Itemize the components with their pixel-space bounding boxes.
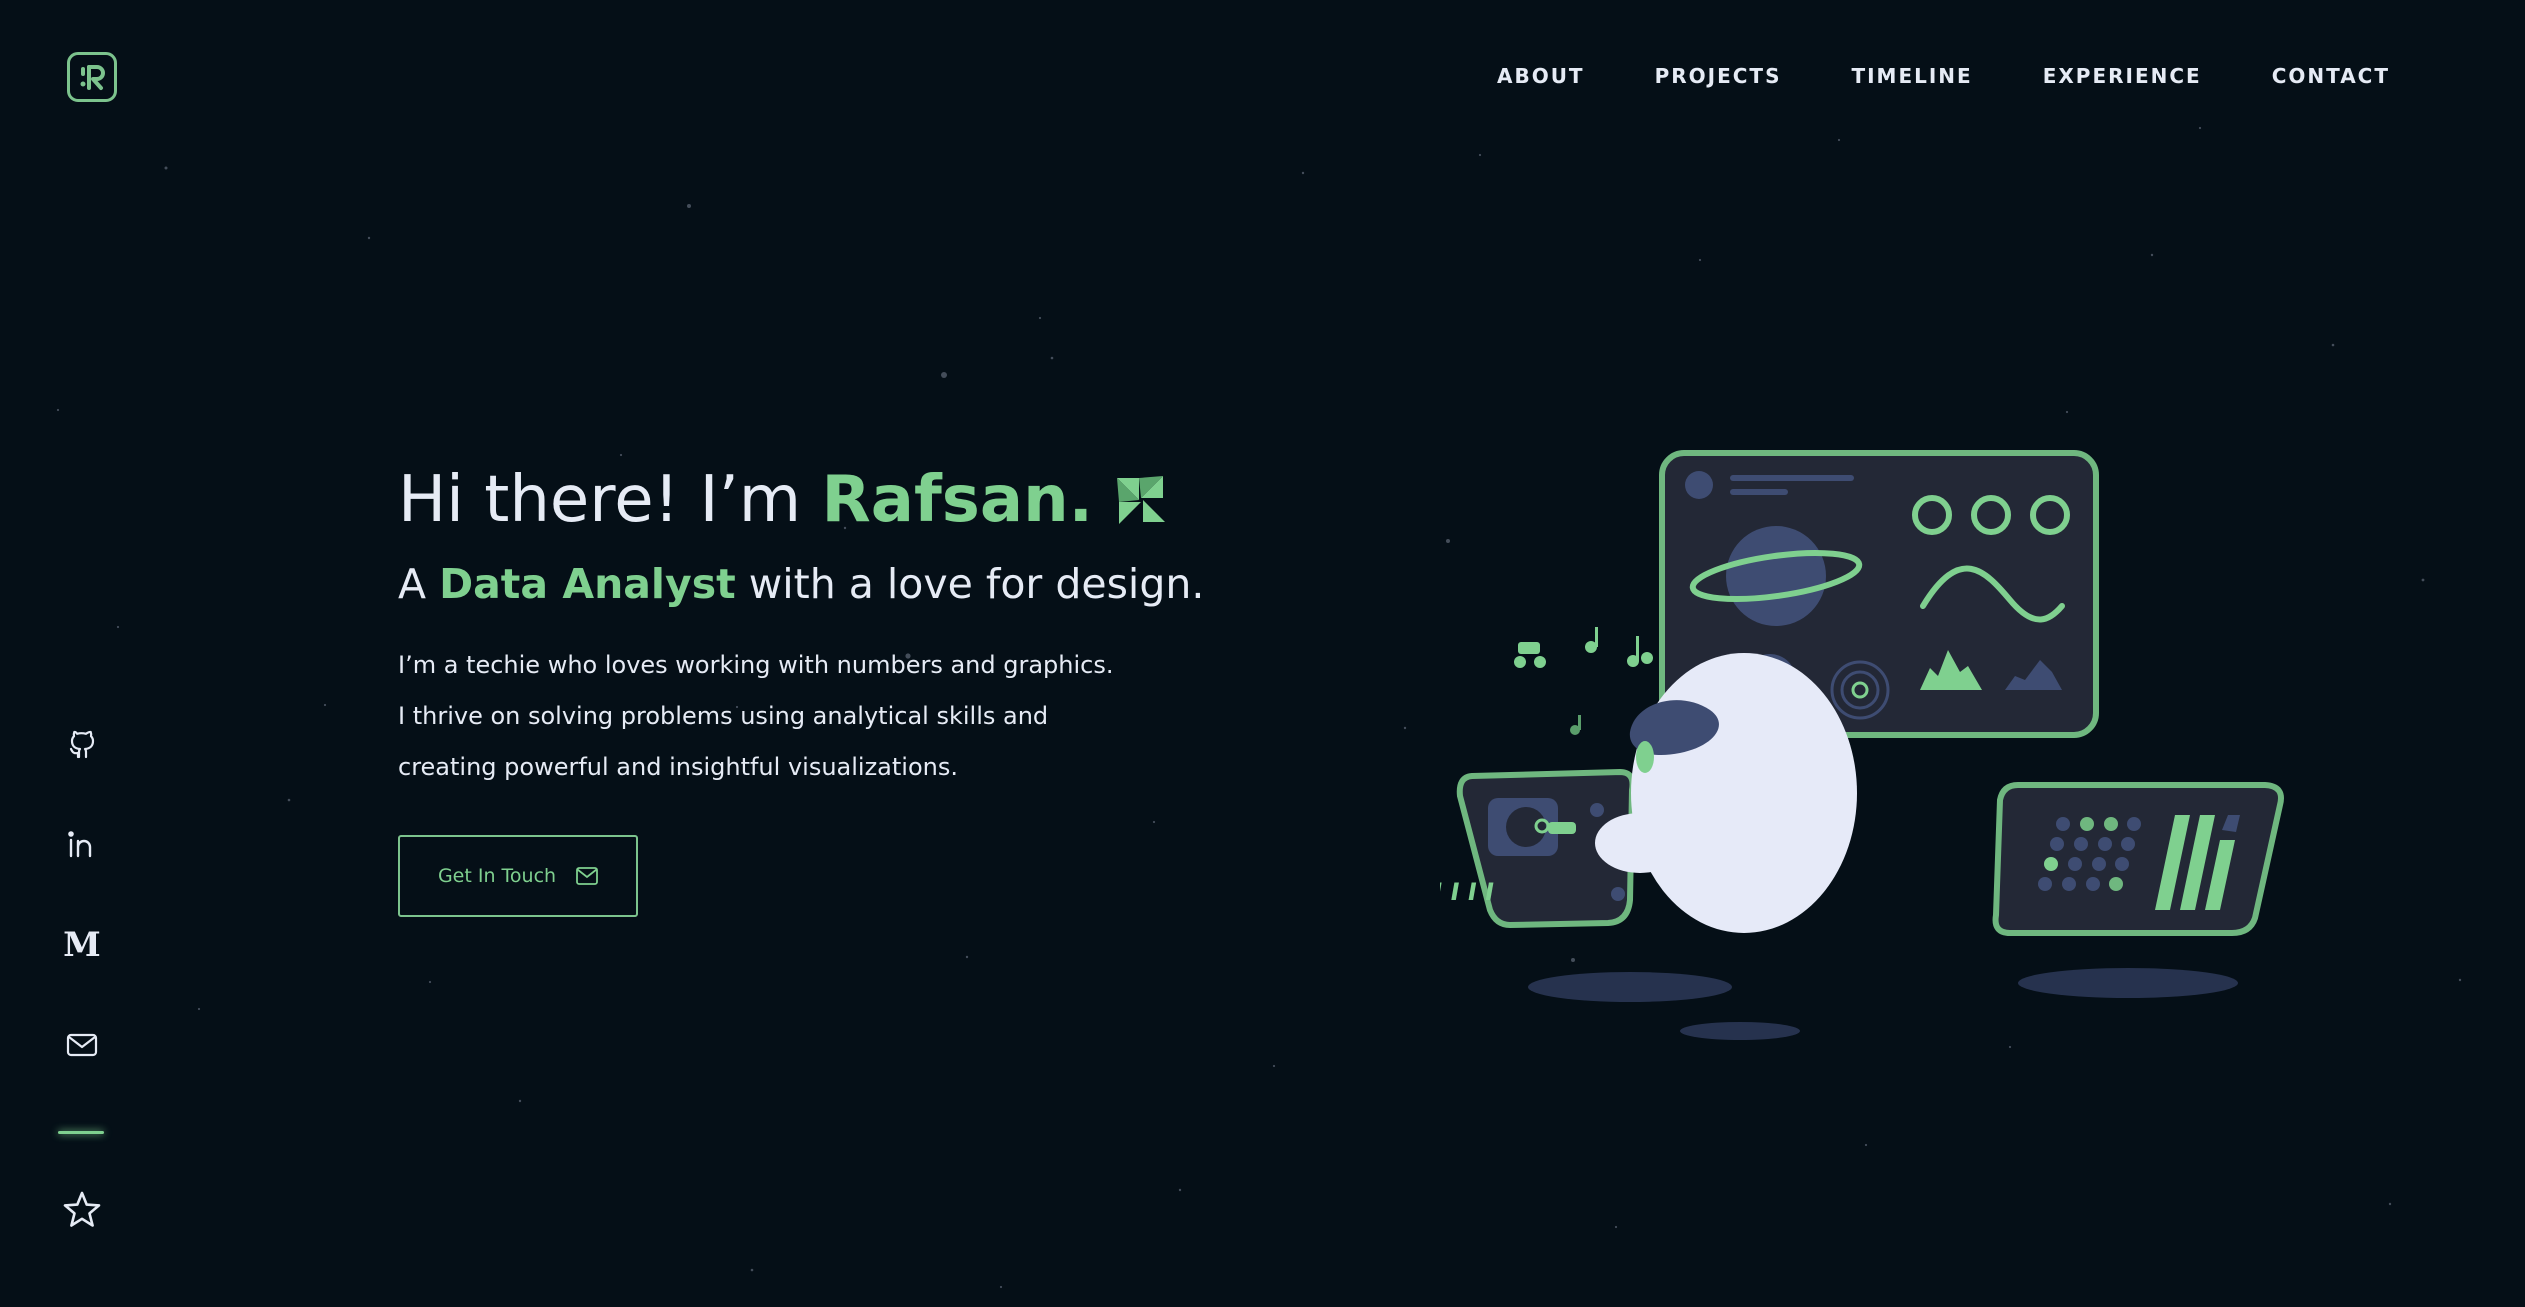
medium-link[interactable]: M [58,925,106,965]
right-stats-panel [1992,782,2284,936]
hero-subtitle: A Data Analyst with a love for design. [398,558,1204,610]
description-line: creating powerful and insightful visuali… [398,753,958,781]
subtitle-suffix: with a love for design. [735,560,1205,608]
mail-icon [576,867,598,885]
nav-contact-link[interactable]: CONTACT [2272,64,2390,88]
linkedin-link[interactable] [58,825,106,865]
hero-illustration: ꟽ I I I [1440,450,2284,1040]
robot-character [1595,653,1857,933]
github-icon [69,730,95,759]
star-link[interactable] [62,1190,102,1230]
medium-icon: M [63,925,101,965]
hero-heading: Hi there! I’m Rafsan. [398,460,1204,540]
pinwheel-icon [1116,476,1165,524]
get-in-touch-label: Get In Touch [437,865,557,887]
main-navigation: ABOUT PROJECTS TIMELINE EXPERIENCE CONTA… [1497,64,2390,88]
site-logo[interactable] [67,52,117,102]
description-line: I thrive on solving problems using analy… [398,702,1049,730]
floor-shadow [1680,1022,1800,1040]
nav-projects-link[interactable]: PROJECTS [1655,64,1782,88]
github-link[interactable] [58,725,106,765]
planet-icon [1726,526,1826,626]
nav-timeline-link[interactable]: TIMELINE [1851,64,1972,88]
get-in-touch-button[interactable]: Get In Touch [398,835,638,917]
nav-experience-link[interactable]: EXPERIENCE [2043,64,2202,88]
sidebar-divider [58,1131,104,1134]
hero-role: Data Analyst [439,560,736,608]
panel-glyphs: ꟽ I I I [1440,878,1496,906]
logo-monogram-icon [80,65,105,90]
email-link[interactable] [58,1025,106,1065]
hero-name: Rafsan. [821,463,1093,537]
hero-section: Hi there! I’m Rafsan. A Data Analyst wit… [398,460,1204,917]
floor-shadow [1528,972,1732,1002]
description-line: I’m a techie who loves working with numb… [398,651,1114,679]
mail-icon [66,1033,98,1057]
star-icon [63,1191,101,1227]
music-notes-icon [1514,627,1653,735]
floor-shadow [2018,968,2238,998]
hero-description: I’m a techie who loves working with numb… [398,640,1118,793]
nav-about-link[interactable]: ABOUT [1497,64,1585,88]
hero-greeting: Hi there! I’m [398,463,822,537]
linkedin-icon [68,831,92,858]
subtitle-prefix: A [398,560,440,608]
